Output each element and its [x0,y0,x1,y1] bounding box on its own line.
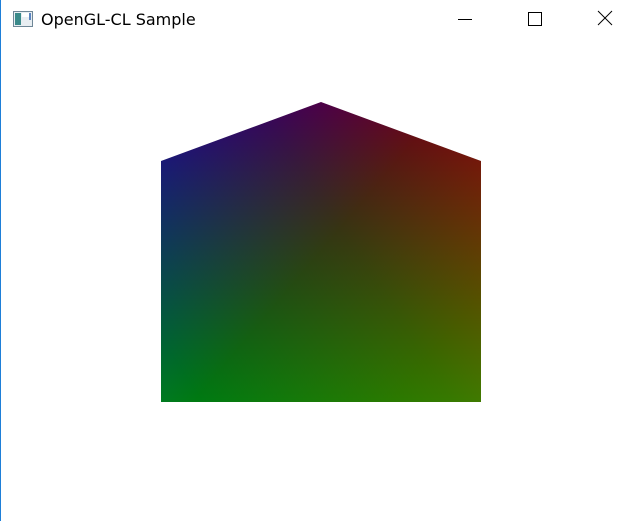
rendered-scene [161,102,481,402]
maximize-icon [528,11,542,30]
minimize-button[interactable] [442,0,488,40]
title-bar[interactable]: OpenGL-CL Sample [1,0,639,40]
close-icon [597,10,613,30]
minimize-icon [458,11,472,30]
close-button[interactable] [582,0,628,40]
house-shape [161,102,481,402]
maximize-button[interactable] [512,0,558,40]
app-window: OpenGL-CL Sample [0,0,639,521]
opengl-viewport[interactable] [1,40,639,521]
window-title: OpenGL-CL Sample [41,10,196,29]
app-window-icon[interactable] [13,11,33,27]
